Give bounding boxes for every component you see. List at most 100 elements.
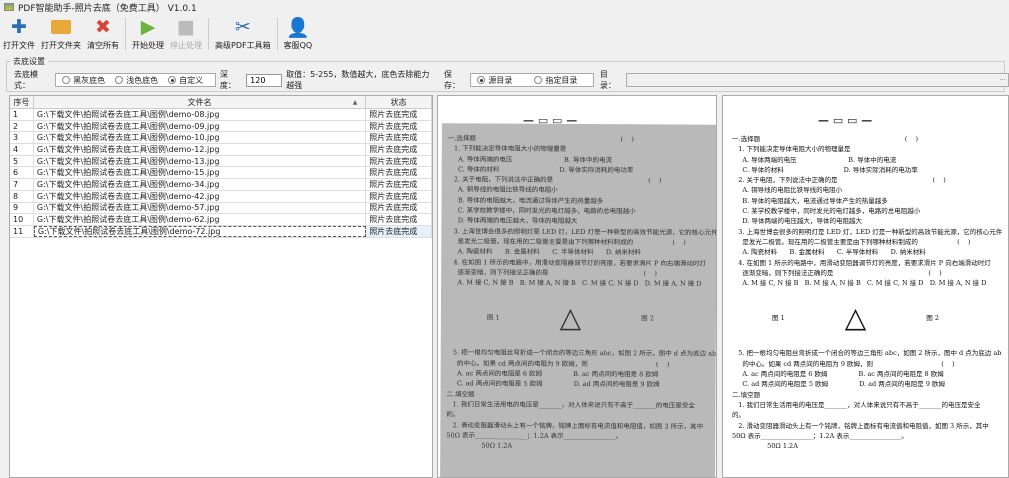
paper-line: 2. 滑动变阻器滑动头上有一个铭牌，铭牌上面标有电流值和电阻值，如图 3 所示，… <box>732 421 989 430</box>
mode-radio-group: 黑灰底色 浅色底色 自定义 <box>55 73 216 87</box>
row-filename[interactable]: G:\下载文件\拍照试卷去底工具\图例\demo-12.jpg <box>34 144 367 155</box>
table-row[interactable]: 4 G:\下载文件\拍照试卷去底工具\图例\demo-12.jpg 照片去底完成 <box>10 144 432 156</box>
paper-line: 2. 关于电阻，下列说法中正确的是 ( ) <box>732 176 946 185</box>
clear-all-label: 清空所有 <box>87 41 119 50</box>
table-row[interactable]: 6 G:\下载文件\拍照试卷去底工具\图例\demo-15.jpg 照片去底完成 <box>10 167 432 180</box>
table-row[interactable]: 5 G:\下载文件\拍照试卷去底工具\图例\demo-13.jpg 照片去底完成 <box>10 155 432 168</box>
save-custom-label: 指定目录 <box>545 75 578 85</box>
header-status[interactable]: 状态 <box>366 96 432 108</box>
depth-label: 深度： <box>219 70 236 90</box>
mode-radio-light[interactable]: 浅色底色 <box>115 75 158 86</box>
clear-all-button[interactable]: ✖ 清空所有 <box>84 14 122 54</box>
save-radio-custom[interactable]: 指定目录 <box>534 75 577 86</box>
paper-line: A. M 接 C, N 接 B B. M 接 A, N 接 B C. M 接 C… <box>447 278 702 288</box>
header-no[interactable]: 序号 <box>10 96 34 108</box>
mode-radio-dark[interactable]: 黑灰底色 <box>62 75 105 86</box>
table-row[interactable]: 7 G:\下载文件\拍照试卷去底工具\图例\demo-34.jpg 照片去底完成 <box>10 179 432 191</box>
paper-line: 1. 我们日常生活用电的电压是_______，对人体来说只有不高于_______… <box>446 400 695 410</box>
table-row[interactable]: 2 G:\下载文件\拍照试卷去底工具\图例\demo-09.jpg 照片去底完成 <box>10 120 432 133</box>
plus-icon: ✚ <box>11 16 27 38</box>
window-title: PDF智能助手-照片去底（免费工具） V1.0.1 <box>18 3 197 14</box>
row-status: 照片去底完成 <box>366 144 432 155</box>
depth-hint: 取值：5-255，数值越大，底色去除能力越强 <box>286 70 430 90</box>
row-number: 6 <box>10 167 34 179</box>
paper-line: 1. 下列能决定导体电阻大小的物理量是 <box>732 145 851 154</box>
start-label: 开始处理 <box>132 41 164 50</box>
row-status: 照片去底完成 <box>366 179 432 190</box>
pdf-toolbox-button[interactable]: ✂ 高级PDF工具箱 <box>212 14 274 54</box>
row-filename[interactable]: G:\下载文件\拍照试卷去底工具\图例\demo-13.jpg <box>34 155 367 167</box>
row-filename[interactable]: G:\下载文件\拍照试卷去底工具\图例\demo-42.jpg <box>34 190 367 202</box>
table-row[interactable]: 1 G:\下载文件\拍照试卷去底工具\图例\demo-08.jpg 照片去底完成 <box>10 109 432 121</box>
row-status: 照片去底完成 <box>366 190 432 202</box>
row-number: 9 <box>10 202 34 214</box>
paper-line: 50Ω 1.2A <box>446 441 513 450</box>
row-number: 2 <box>10 120 34 132</box>
row-filename[interactable]: G:\下载文件\拍照试卷去底工具\图例\demo-10.jpg <box>34 132 367 144</box>
row-filename[interactable]: G:\下载文件\拍照试卷去底工具\图例\demo-34.jpg <box>34 179 367 190</box>
paper-line: 50Ω 1.2A <box>732 442 798 451</box>
table-body: 1 G:\下载文件\拍照试卷去底工具\图例\demo-08.jpg 照片去底完成 2 G… <box>10 109 433 238</box>
paper-line: 的。 <box>732 411 745 420</box>
paper-text: 一.选择题 ( ) 1. 下列能决定导体电阻大小的物理量是 A. 导体两端的电压… <box>447 133 716 289</box>
toolbar-separator <box>208 18 209 50</box>
mode-light-label: 浅色底色 <box>126 75 159 85</box>
support-qq-label: 客服QQ <box>283 41 313 50</box>
title-bar: PDF智能助手-照片去底（免费工具） V1.0.1 <box>0 0 1009 14</box>
dir-label: 目录： <box>599 70 616 90</box>
mode-label: 去底模式： <box>14 70 38 90</box>
paper-line: 5. 把一根均匀电阻丝弯折成一个闭合的等边三角形 abc，如图 2 所示，图中 … <box>732 349 1002 358</box>
table-row[interactable]: 8 G:\下载文件\拍照试卷去底工具\图例\demo-42.jpg 照片去底完成 <box>10 190 432 203</box>
row-number: 11 <box>10 225 34 237</box>
close-icon: ✖ <box>95 16 111 38</box>
row-number: 4 <box>10 144 34 155</box>
support-qq-button[interactable]: 👤 客服QQ <box>281 14 316 54</box>
paper-line: A. 陶瓷材料 B. 金属材料 C. 半导体材料 D. 纳米材料 <box>447 247 642 257</box>
paper-line: 1. 我们日常生活用电的电压是_______，对人体来说只有不高于_______… <box>732 400 981 409</box>
paper-line: A. ac 两点间的电阻是 6 欧姆 B. ac 两点间的电阻是 8 欧姆 <box>732 370 944 379</box>
row-status: 照片去底完成 <box>366 109 432 120</box>
processed-image: 一.选择题 ( ) 1. 下列能决定导体电阻大小的物理量是 A. 导体两端的电压… <box>726 124 1006 477</box>
stop-button[interactable]: ■ 停止处理 <box>167 14 205 54</box>
sort-asc-icon: ▲ <box>352 98 358 106</box>
paper-line: 的中心。如果 cd 两点间的电阻为 9 欧姆，则 ( ) <box>732 359 955 368</box>
start-button[interactable]: ▶ 开始处理 <box>129 14 167 54</box>
toolbar-separator <box>276 18 278 50</box>
open-folder-button[interactable]: 打开文件夹 <box>38 14 84 54</box>
table-row[interactable]: 10 G:\下载文件\拍照试卷去底工具\图例\demo-62.jpg 照片去底完成 <box>10 214 432 226</box>
open-file-button[interactable]: ✚ 打开文件 <box>0 14 38 54</box>
row-filename[interactable]: G:\下载文件\拍照试卷去底工具\图例\demo-72.jpg <box>33 225 367 237</box>
paper-line: A. 陶瓷材料 B. 金属材料 C. 半导体材料 D. 纳米材料 <box>732 248 926 257</box>
open-file-label: 打开文件 <box>3 41 35 50</box>
row-filename[interactable]: G:\下载文件\拍照试卷去底工具\图例\demo-57.jpg <box>34 202 367 214</box>
row-filename[interactable]: G:\下载文件\拍照试卷去底工具\图例\demo-62.jpg <box>34 214 367 225</box>
row-filename[interactable]: G:\下载文件\拍照试卷去底工具\图例\demo-08.jpg <box>34 109 367 120</box>
table-row[interactable]: 9 G:\下载文件\拍照试卷去底工具\图例\demo-57.jpg 照片去底完成 <box>10 202 432 215</box>
mode-dark-label: 黑灰底色 <box>73 75 106 85</box>
row-number: 3 <box>10 132 34 144</box>
paper-line: 逐渐变暗，则下列接法正确的是 ( ) <box>732 268 942 277</box>
figure-area: 图 1 △ 图 2 <box>486 301 654 335</box>
depth-input[interactable] <box>246 73 283 87</box>
save-source-label: 源目录 <box>488 75 513 85</box>
mode-radio-custom[interactable]: 自定义 <box>168 75 203 86</box>
figure-1-caption: 图 1 <box>486 313 500 322</box>
original-preview: — ▭ ▭ — 一.选择题 ( ) 1. 下列能决定导体电阻大小的物理量是 A.… <box>437 95 717 478</box>
original-image: 一.选择题 ( ) 1. 下列能决定导体电阻大小的物理量是 A. 导体两端的电压… <box>440 123 716 477</box>
row-filename[interactable]: G:\下载文件\拍照试卷去底工具\图例\demo-15.jpg <box>34 167 367 179</box>
header-filename[interactable]: 文件名 ▲ <box>34 96 367 108</box>
row-filename[interactable]: G:\下载文件\拍照试卷去底工具\图例\demo-09.jpg <box>34 120 367 132</box>
table-row[interactable]: 3 G:\下载文件\拍照试卷去底工具\图例\demo-10.jpg 照片去底完成 <box>10 132 432 145</box>
figure-2-caption: 图 2 <box>641 314 654 323</box>
table-row[interactable]: 11 G:\下载文件\拍照试卷去底工具\图例\demo-72.jpg 照片去底完成 <box>10 225 433 238</box>
row-number: 10 <box>10 214 34 225</box>
tools-icon: ✂ <box>234 16 251 38</box>
pdf-toolbox-label: 高级PDF工具箱 <box>215 41 271 50</box>
paper-line: 二.填空题 <box>732 390 761 399</box>
paper-line: C. 某学校教学楼中，同时发光的电灯越多，电路的总电阻越小 <box>732 207 921 216</box>
browse-button[interactable]: ... <box>999 74 1006 82</box>
save-radio-source[interactable]: 源目录 <box>477 75 512 86</box>
figure-area: 图 1 △ 图 2 <box>772 301 939 335</box>
toolbar-separator <box>125 18 126 50</box>
dir-input[interactable]: ... <box>626 73 1009 87</box>
